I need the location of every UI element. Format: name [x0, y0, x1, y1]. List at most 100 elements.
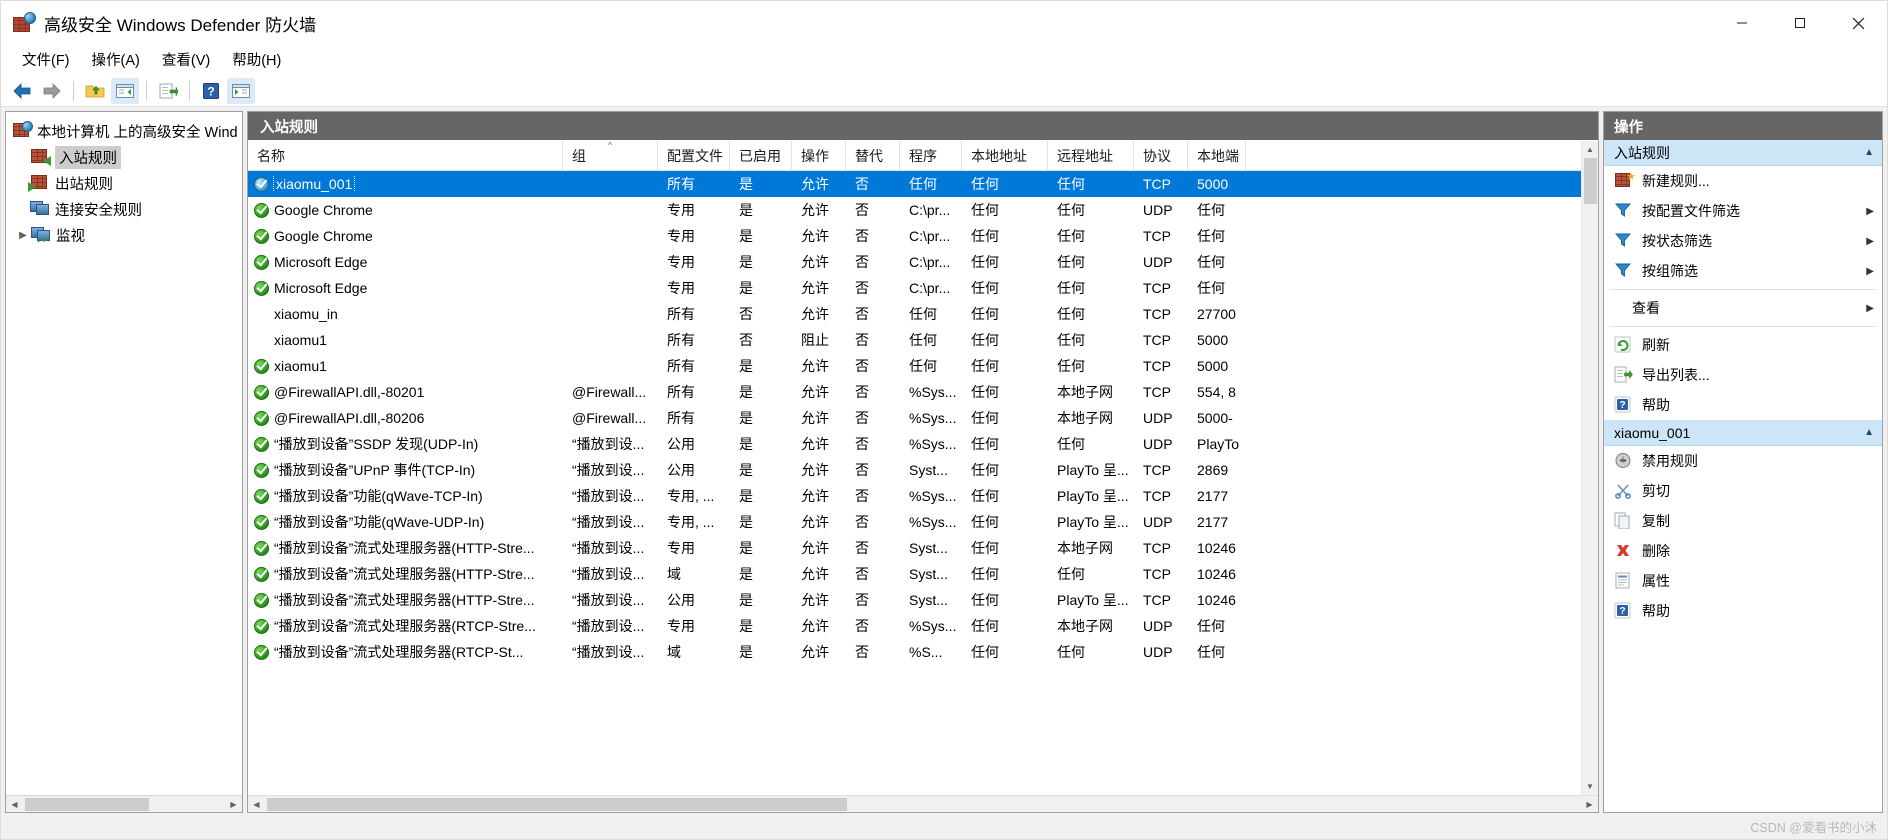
table-row[interactable]: “播放到设备”UPnP 事件(TCP-In) “播放到设... 公用 是 允许 否 Syst…	[248, 457, 1581, 483]
table-row[interactable]: xiaomu_001 所有 是 允许 否 任何 任何 任何 TCP 5000	[248, 171, 1581, 197]
table-row[interactable]: “播放到设备”流式处理服务器(HTTP-Stre... “播放到设... 专用 是 允许…	[248, 535, 1581, 561]
column-header-local[interactable]: 本地地址	[962, 141, 1048, 170]
up-folder-button[interactable]	[81, 78, 109, 104]
cell-name: “播放到设备”流式处理服务器(RTCP-Stre...	[248, 616, 563, 636]
help-button[interactable]: ?	[197, 78, 225, 104]
table-row[interactable]: “播放到设备”功能(qWave-UDP-In) “播放到设... 专用, ... 是 允…	[248, 509, 1581, 535]
maximize-button[interactable]	[1771, 1, 1829, 45]
rule-name-label: “播放到设备”流式处理服务器(RTCP-Stre...	[274, 618, 536, 634]
table-row[interactable]: xiaomu1 所有 是 允许 否 任何 任何 任何 TCP 5000	[248, 353, 1581, 379]
action-item-2-3[interactable]: 复制	[1604, 506, 1882, 536]
scroll-right-arrow-icon[interactable]: ▶	[225, 795, 242, 812]
tree-horizontal-scrollbar[interactable]: ◀ ▶	[6, 795, 242, 812]
cell-local: 任何	[971, 254, 999, 270]
tree-scroll-thumb[interactable]	[25, 797, 149, 811]
menu-view[interactable]: 查看(V)	[151, 46, 221, 73]
cell-profile: 域	[667, 644, 681, 660]
actions-section-selected-rule[interactable]: xiaomu_001 ▲	[1604, 420, 1882, 446]
action-item-2-4[interactable]: 删除	[1604, 536, 1882, 566]
action-item-2-2[interactable]: 剪切	[1604, 476, 1882, 506]
column-header-name[interactable]: 名称	[248, 141, 563, 170]
action-item-1-1[interactable]: ★ 新建规则...	[1604, 166, 1882, 196]
list-vertical-scrollbar[interactable]: ▲ ▼	[1581, 141, 1598, 795]
cell-protocol: UDP	[1143, 202, 1173, 218]
menu-action[interactable]: 操作(A)	[81, 46, 151, 73]
chart-line-icon	[38, 238, 49, 243]
column-header-program[interactable]: 程序	[900, 141, 962, 170]
chevron-right-icon[interactable]: ▶	[16, 228, 30, 242]
menu-file[interactable]: 文件(F)	[11, 46, 81, 73]
cell-override: 否	[855, 514, 869, 530]
list-vscroll-thumb[interactable]	[1584, 158, 1597, 204]
action-item-1-5[interactable]: 查看 ▶	[1604, 293, 1882, 323]
column-header-lport[interactable]: 本地端	[1188, 141, 1246, 170]
table-row[interactable]: xiaomu_in 所有 否 允许 否 任何 任何 任何 TCP 27700	[248, 301, 1581, 327]
scroll-right-arrow-icon[interactable]: ▶	[1581, 795, 1598, 812]
action-item-2-6[interactable]: ? 帮助	[1604, 596, 1882, 626]
menu-help[interactable]: 帮助(H)	[221, 46, 292, 73]
column-header-remote[interactable]: 远程地址	[1048, 141, 1134, 170]
table-row[interactable]: Google Chrome 专用 是 允许 否 C:\pr... 任何 任何 UDP 任何	[248, 197, 1581, 223]
table-row[interactable]: xiaomu1 所有 否 阻止 否 任何 任何 任何 TCP 5000	[248, 327, 1581, 353]
show-tree-button[interactable]	[111, 77, 139, 104]
cell-enabled: 是	[739, 410, 753, 426]
chevron-up-icon[interactable]: ▲	[1864, 427, 1874, 438]
table-row[interactable]: “播放到设备”流式处理服务器(HTTP-Stre... “播放到设... 公用 是 允许…	[248, 587, 1581, 613]
action-item-label: 禁用规则	[1642, 453, 1698, 469]
export-list-button[interactable]	[154, 78, 182, 104]
action-item-1-7[interactable]: 导出列表...	[1604, 360, 1882, 390]
forward-button[interactable]	[38, 78, 66, 104]
cell-override: 否	[855, 228, 869, 244]
scroll-down-arrow-icon[interactable]: ▼	[1582, 778, 1598, 795]
table-row[interactable]: Microsoft Edge 专用 是 允许 否 C:\pr... 任何 任何 UDP 任何	[248, 249, 1581, 275]
table-row[interactable]: Google Chrome 专用 是 允许 否 C:\pr... 任何 任何 TCP 任何	[248, 223, 1581, 249]
svg-text:?: ?	[207, 84, 214, 98]
back-button[interactable]	[8, 78, 36, 104]
column-header-action[interactable]: 操作	[792, 141, 846, 170]
column-header-override[interactable]: 替代	[846, 141, 900, 170]
action-item-1-4[interactable]: 按组筛选 ▶	[1604, 256, 1882, 286]
list-horizontal-scrollbar[interactable]: ◀ ▶	[248, 795, 1598, 812]
sidebar-item-outbound-rules[interactable]: 出站规则	[6, 170, 242, 196]
funnel-icon	[1614, 202, 1634, 220]
action-item-1-2[interactable]: 按配置文件筛选 ▶	[1604, 196, 1882, 226]
table-row[interactable]: “播放到设备”流式处理服务器(RTCP-Stre... “播放到设... 专用 是 允许…	[248, 613, 1581, 639]
column-header-enabled[interactable]: 已启用	[730, 141, 792, 170]
chevron-up-icon[interactable]: ▲	[1864, 147, 1874, 158]
column-header-group[interactable]: 组 ^	[563, 141, 658, 170]
action-item-2-1[interactable]: 禁用规则	[1604, 446, 1882, 476]
status-bar: CSDN @爱看书的小沐	[1, 817, 1887, 839]
table-row[interactable]: “播放到设备”流式处理服务器(RTCP-St... “播放到设... 域 是 允许 否 %S…	[248, 639, 1581, 665]
sidebar-item-connection-security-rules[interactable]: 连接安全规则	[6, 196, 242, 222]
table-row[interactable]: “播放到设备”SSDP 发现(UDP-In) “播放到设... 公用 是 允许 否 %Sys…	[248, 431, 1581, 457]
table-row[interactable]: @FirewallAPI.dll,-80201 @Firewall... 所有 是 允许…	[248, 379, 1581, 405]
minimize-button[interactable]	[1713, 1, 1771, 45]
show-action-pane-button[interactable]	[227, 77, 255, 104]
tree-item-root[interactable]: 本地计算机 上的高级安全 Wind	[6, 118, 242, 144]
actions-section-inbound-rules[interactable]: 入站规则 ▲	[1604, 140, 1882, 166]
scroll-up-arrow-icon[interactable]: ▲	[1582, 141, 1598, 158]
scroll-left-arrow-icon[interactable]: ◀	[6, 795, 23, 812]
list-hscroll-thumb[interactable]	[267, 797, 847, 811]
action-item-1-6[interactable]: 刷新	[1604, 330, 1882, 360]
close-button[interactable]	[1829, 1, 1887, 45]
table-row[interactable]: “播放到设备”功能(qWave-TCP-In) “播放到设... 专用, ... 是 允…	[248, 483, 1581, 509]
table-row[interactable]: @FirewallAPI.dll,-80206 @Firewall... 所有 是 允许…	[248, 405, 1581, 431]
list-vscroll-track[interactable]	[1582, 158, 1598, 778]
list-hscroll-track[interactable]	[265, 795, 1581, 812]
rules-grid: 名称组 ^ 配置文件 已启用 操作 替代 程序 本地地址 远程地址 协议 本地端 xiaomu_00…	[248, 141, 1581, 795]
sidebar-item-monitoring[interactable]: ▶ 监视	[6, 222, 242, 248]
action-item-1-3[interactable]: 按状态筛选 ▶	[1604, 226, 1882, 256]
action-item-2-5[interactable]: 属性	[1604, 566, 1882, 596]
scroll-left-arrow-icon[interactable]: ◀	[248, 795, 265, 812]
table-row[interactable]: “播放到设备”流式处理服务器(HTTP-Stre... “播放到设... 域 是 允许 否…	[248, 561, 1581, 587]
cell-local: 任何	[971, 202, 999, 218]
sidebar-item-inbound-rules[interactable]: 入站规则	[6, 144, 242, 170]
column-header-protocol[interactable]: 协议	[1134, 141, 1188, 170]
cell-local: 任何	[971, 280, 999, 296]
tree-scroll-track[interactable]	[23, 795, 225, 812]
table-row[interactable]: Microsoft Edge 专用 是 允许 否 C:\pr... 任何 任何 TCP 任何	[248, 275, 1581, 301]
column-header-profile[interactable]: 配置文件	[658, 141, 730, 170]
action-item-1-8[interactable]: ? 帮助	[1604, 390, 1882, 420]
cell-lport: 2177	[1197, 514, 1229, 530]
